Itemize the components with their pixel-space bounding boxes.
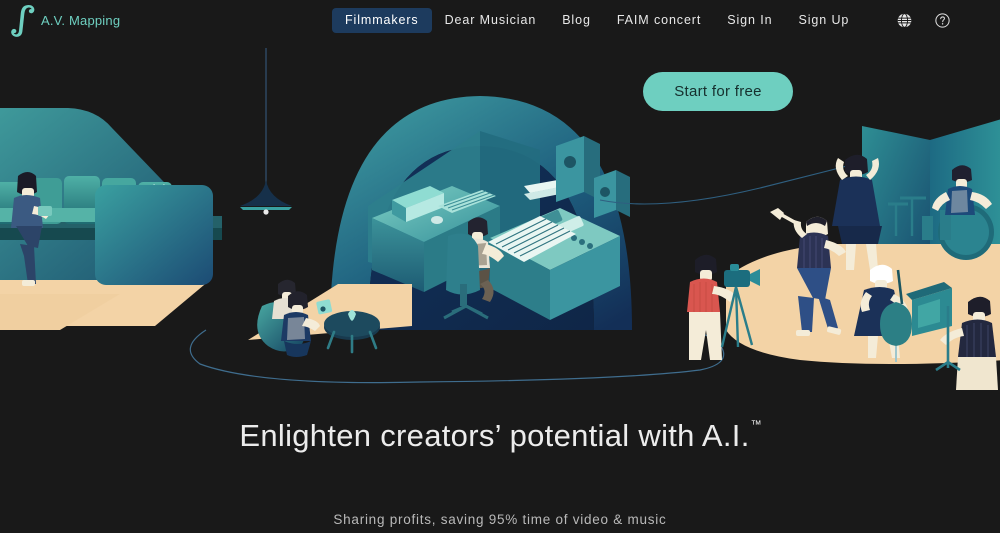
nav-item-blog[interactable]: Blog xyxy=(549,8,604,33)
brand-logo[interactable]: A.V. Mapping xyxy=(10,0,170,41)
trademark-mark: ™ xyxy=(750,418,762,431)
music-note-logo-icon xyxy=(11,4,35,37)
nav-item-faim-concert[interactable]: FAIM concert xyxy=(604,8,714,33)
landing-page: A.V. Mapping Filmmakers Dear Musician Bl… xyxy=(0,0,1000,533)
start-for-free-button[interactable]: Start for free xyxy=(643,72,793,111)
scene-living-room xyxy=(0,108,222,330)
globe-icon[interactable] xyxy=(896,12,913,29)
nav-item-filmmakers[interactable]: Filmmakers xyxy=(332,8,432,33)
headline-text: Enlighten creators’ potential with A.I. xyxy=(239,418,750,453)
wall-screen xyxy=(95,185,213,285)
page-subtitle: Sharing profits, saving 95% time of vide… xyxy=(333,512,667,527)
hero-illustration xyxy=(0,30,1000,390)
scene-lounge xyxy=(248,279,412,357)
page-title: Enlighten creators’ potential with A.I.™ xyxy=(0,418,1000,454)
nav-icon-group xyxy=(896,0,951,41)
help-circle-icon[interactable] xyxy=(934,12,951,29)
creators-studio-stage-illustration xyxy=(0,48,1000,390)
nav-item-dear-musician[interactable]: Dear Musician xyxy=(432,8,550,33)
brand-name-label: A.V. Mapping xyxy=(41,13,121,28)
coffee-table xyxy=(324,310,380,354)
nav-item-sign-up[interactable]: Sign Up xyxy=(785,8,862,33)
scene-stage xyxy=(687,119,1000,390)
pendant-lamp xyxy=(240,48,292,215)
top-navigation-bar: A.V. Mapping Filmmakers Dear Musician Bl… xyxy=(0,0,1000,41)
nav-links: Filmmakers Dear Musician Blog FAIM conce… xyxy=(332,0,862,41)
nav-item-sign-in[interactable]: Sign In xyxy=(714,8,785,33)
